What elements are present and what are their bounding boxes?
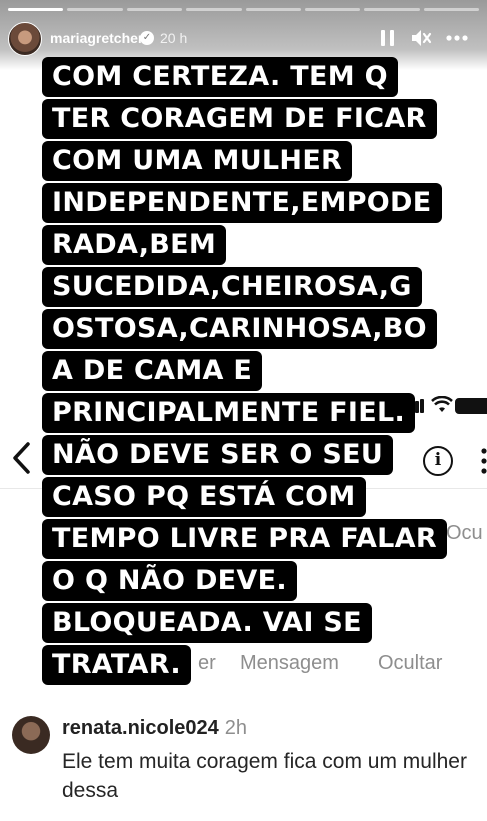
speaker-muted-icon[interactable]: [410, 28, 432, 48]
story-time: 20 h: [160, 30, 188, 46]
info-icon[interactable]: i: [423, 446, 453, 476]
comment-text: Ele tem muita coragem fica com um mulher…: [62, 750, 467, 802]
hide-button[interactable]: Ocultar: [378, 652, 442, 675]
overlay-text-line: BLOQUEADA. VAI SE: [42, 603, 372, 643]
overlay-text-line: CASO PQ ESTÁ COM: [42, 477, 366, 517]
overlay-text-line: TEMPO LIVRE PRA FALAR: [42, 519, 447, 559]
wifi-icon: [431, 395, 453, 419]
overlay-text-line: A DE CAMA E: [42, 351, 263, 391]
comment-header: renata.nicole024 2h: [62, 717, 247, 740]
pause-icon[interactable]: [381, 30, 395, 46]
avatar[interactable]: [12, 716, 50, 754]
overlay-text-line: RADA,BEM: [42, 225, 227, 265]
overlay-text-line: NÃO DEVE SER O SEU: [42, 435, 394, 475]
story-viewer: i Ocu er Mensagem Ocultar renata.nicole0…: [0, 0, 487, 821]
overlay-text-line: PRINCIPALMENTE FIEL.: [42, 393, 416, 433]
overlay-text-line: COM CERTEZA. TEM Q: [42, 57, 398, 97]
story-progress-segment: [245, 8, 301, 11]
verified-badge-icon: ✓: [140, 31, 154, 45]
story-progress-segment: [364, 8, 420, 11]
story-progress-segment: [67, 8, 123, 11]
overlay-text-line: TER CORAGEM DE FICAR: [42, 99, 437, 139]
overlay-text-line: SUCEDIDA,CHEIROSA,G: [42, 267, 422, 307]
more-horizontal-icon[interactable]: [446, 29, 470, 47]
battery-icon: [455, 398, 487, 414]
story-progress-segment: [304, 8, 361, 11]
overlay-text-line: INDEPENDENTE,EMPODE: [42, 183, 442, 223]
story-progress-segment: [126, 8, 183, 11]
more-vertical-icon[interactable]: [480, 446, 487, 476]
avatar[interactable]: [8, 22, 42, 56]
partial-hide-label: Ocu: [446, 522, 483, 544]
overlay-text-line: OSTOSA,CARINHOSA,BO: [42, 309, 437, 349]
partial-action-label: er: [198, 652, 216, 674]
comment-item: renata.nicole024 2h Ele tem muita coragem…: [0, 700, 487, 821]
story-progress-segment: [8, 8, 64, 11]
overlay-text-line: COM UMA MULHER: [42, 141, 353, 181]
overlay-text-line: O Q NÃO DEVE.: [42, 561, 297, 601]
message-button[interactable]: Mensagem: [240, 652, 339, 675]
chevron-left-icon[interactable]: [10, 440, 34, 483]
story-progress-segment: [186, 8, 242, 11]
overlay-text-line: TRATAR.: [42, 645, 191, 685]
story-progress-bar: [8, 8, 479, 11]
story-progress-segment: [423, 8, 479, 11]
comment-username[interactable]: renata.nicole024: [62, 717, 219, 739]
comment-time: 2h: [224, 717, 247, 739]
story-username[interactable]: mariagretchen: [50, 30, 146, 46]
